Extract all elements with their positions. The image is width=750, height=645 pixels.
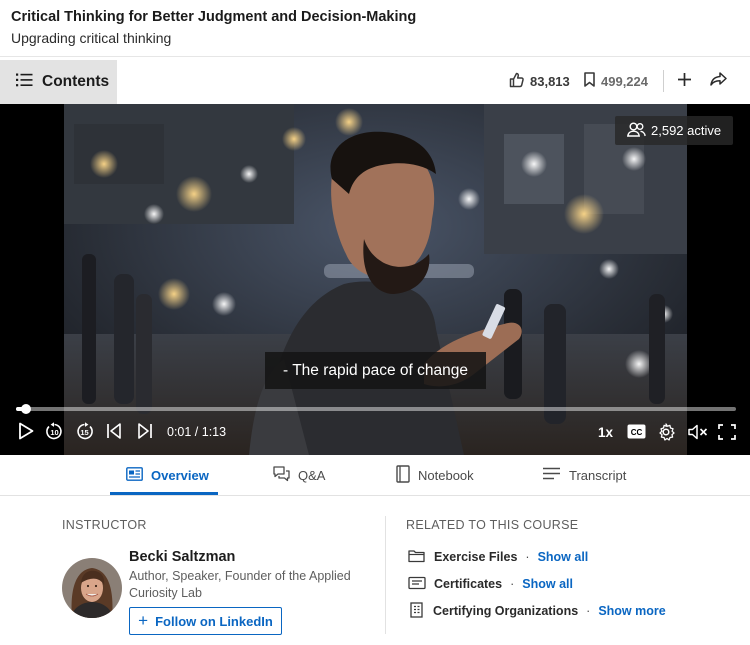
svg-text:10: 10 — [50, 428, 58, 437]
folder-icon — [408, 549, 426, 566]
thumbs-up-icon — [509, 72, 524, 91]
play-icon[interactable] — [18, 422, 34, 445]
notebook-icon — [396, 464, 410, 486]
playback-speed[interactable]: 1x — [598, 425, 613, 440]
time-readout: 0:01 / 1:13 — [167, 425, 227, 439]
contents-label: Contents — [42, 73, 110, 90]
progress-handle[interactable] — [21, 404, 32, 414]
column-divider — [385, 516, 386, 634]
follow-on-linkedin-button[interactable]: + Follow on LinkedIn — [129, 607, 282, 635]
transcript-icon — [542, 467, 561, 483]
tab-transcript-label: Transcript — [569, 467, 627, 483]
closed-captions-icon[interactable]: CC — [627, 424, 646, 444]
video-still — [64, 104, 687, 455]
progress-bar[interactable] — [16, 404, 736, 414]
save-button[interactable]: 499,224 — [584, 72, 648, 90]
active-viewers-badge: 2,592 active — [615, 116, 733, 145]
like-count: 83,813 — [530, 74, 570, 89]
toolbar-divider — [663, 70, 664, 92]
separator-dot: · — [525, 550, 530, 564]
settings-icon[interactable] — [657, 423, 675, 446]
qa-icon — [273, 465, 290, 485]
related-item-certifying-organizations: Certifying Organizations · Show more — [408, 601, 666, 621]
related-heading: RELATED TO THIS COURSE — [406, 518, 579, 532]
people-icon — [627, 122, 646, 140]
course-title: Critical Thinking for Better Judgment an… — [11, 9, 417, 25]
follow-label: Follow on LinkedIn — [155, 613, 273, 629]
mute-icon[interactable] — [688, 424, 708, 445]
svg-text:15: 15 — [80, 428, 88, 437]
related-item-label: Certifying Organizations — [433, 604, 579, 618]
video-player[interactable]: 2,592 active - The rapid pace of change … — [0, 104, 750, 455]
related-item-exercise-files: Exercise Files · Show all — [408, 548, 588, 566]
share-icon[interactable] — [709, 71, 728, 93]
separator-dot: · — [510, 577, 515, 591]
video-caption: - The rapid pace of change — [265, 352, 486, 389]
separator-dot: · — [586, 604, 591, 618]
plus-icon[interactable] — [676, 71, 693, 93]
fullscreen-icon[interactable] — [718, 424, 736, 445]
avatar[interactable] — [62, 558, 122, 618]
overview-icon — [126, 466, 143, 484]
rewind-10-icon[interactable]: 10 — [45, 422, 64, 446]
course-toolbar: Contents 83,813 499,224 — [0, 58, 750, 104]
list-icon — [16, 73, 33, 92]
tab-notebook-label: Notebook — [418, 467, 474, 483]
save-count: 499,224 — [601, 73, 648, 89]
like-button[interactable]: 83,813 — [509, 72, 570, 91]
organization-icon — [408, 601, 425, 621]
instructor-title: Author, Speaker, Founder of the Applied … — [129, 569, 351, 600]
related-item-label: Exercise Files — [434, 550, 518, 564]
tab-qa-label: Q&A — [298, 467, 326, 483]
certificate-icon — [408, 576, 426, 593]
tab-overview-label: Overview — [151, 467, 209, 483]
show-more-organizations-link[interactable]: Show more — [598, 604, 665, 618]
course-header: Critical Thinking for Better Judgment an… — [0, 0, 750, 57]
svg-text:CC: CC — [631, 428, 643, 437]
bookmark-icon — [584, 72, 595, 90]
instructor-name[interactable]: Becki Saltzman — [129, 549, 235, 565]
related-item-certificates: Certificates · Show all — [408, 575, 573, 593]
content-tabs: Overview Q&A Notebook Transcript — [0, 455, 750, 496]
active-tab-indicator — [110, 492, 218, 495]
instructor-heading: INSTRUCTOR — [62, 518, 147, 532]
active-count: 2,592 active — [651, 123, 722, 138]
show-all-exercise-files-link[interactable]: Show all — [538, 550, 589, 564]
forward-15-icon[interactable]: 15 — [75, 422, 94, 446]
tab-notebook[interactable]: Notebook — [396, 455, 474, 495]
show-all-certificates-link[interactable]: Show all — [522, 577, 573, 591]
tab-overview[interactable]: Overview — [126, 455, 209, 495]
next-icon[interactable] — [137, 422, 153, 445]
plus-icon: + — [138, 611, 149, 630]
tab-transcript[interactable]: Transcript — [542, 455, 626, 495]
previous-icon[interactable] — [106, 422, 122, 445]
video-frame[interactable] — [64, 104, 687, 455]
tab-qa[interactable]: Q&A — [273, 455, 325, 495]
related-item-label: Certificates — [434, 577, 503, 591]
contents-button[interactable]: Contents — [0, 60, 117, 104]
course-subtitle[interactable]: Upgrading critical thinking — [11, 30, 171, 46]
